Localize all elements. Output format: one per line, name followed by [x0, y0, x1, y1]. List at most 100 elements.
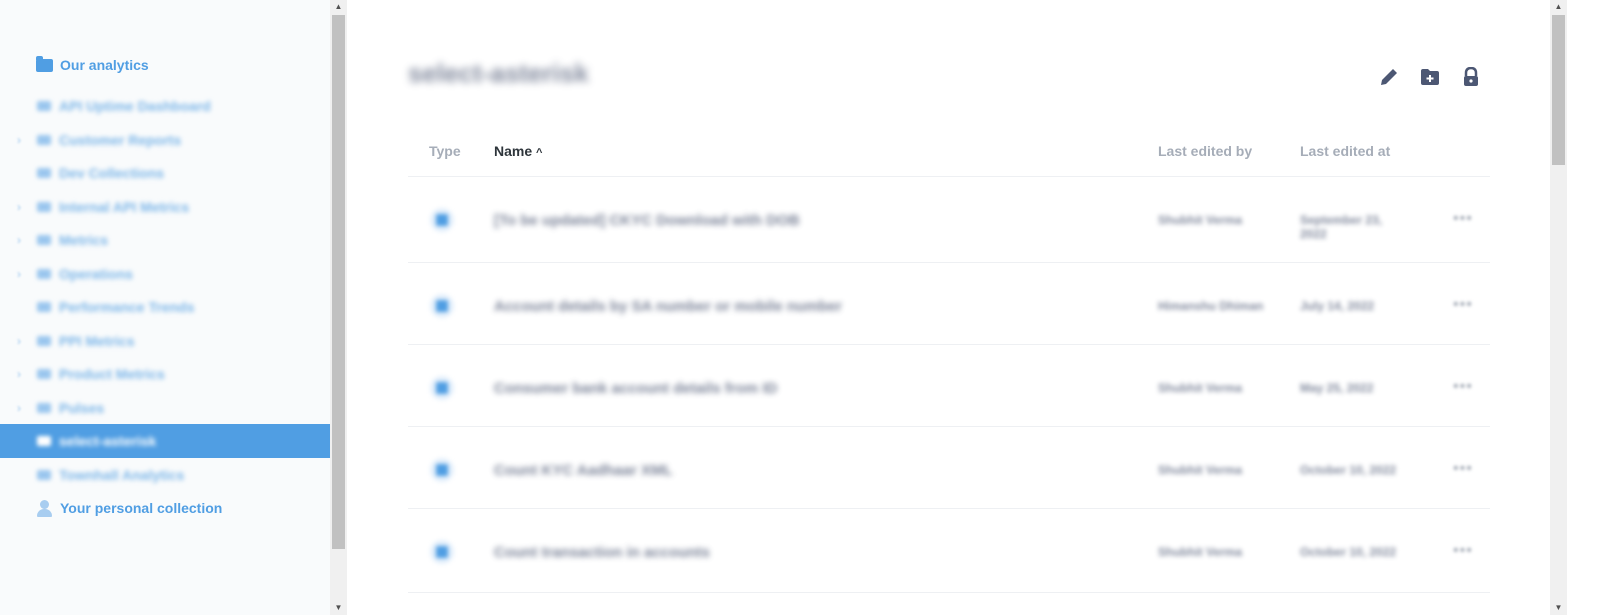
last-edited-by: Shubhit Verma [1158, 545, 1243, 559]
scroll-down-icon[interactable]: ▼ [1550, 601, 1567, 615]
collection-icon [37, 268, 51, 279]
sidebar: Our analytics API Uptime Dashboard › Custo… [0, 0, 330, 615]
more-options-icon[interactable]: ••• [1453, 460, 1473, 478]
sidebar-item-label: Dev Collections [59, 165, 165, 181]
chevron-right-icon[interactable]: › [17, 133, 25, 147]
item-name[interactable]: Account details by SA number or mobile n… [494, 298, 842, 315]
sidebar-item[interactable]: select-asterisk [0, 424, 330, 458]
item-name[interactable]: [To be updated] CKYC Download with DOB [494, 212, 800, 229]
collection-icon [37, 302, 51, 312]
sidebar-item[interactable]: Townhall Analytics [0, 458, 330, 492]
last-edited-at: July 14, 2022 [1300, 299, 1375, 313]
last-edited-at: October 10, 2022 [1300, 463, 1397, 477]
table-row[interactable]: Account details by SA number or mobile n… [408, 266, 1490, 347]
question-icon [430, 294, 454, 318]
sidebar-item-label: Pulses [59, 399, 105, 416]
collection-icon [37, 168, 51, 178]
column-name-label: Name [494, 143, 533, 159]
sidebar-item-label: Metrics [59, 232, 109, 248]
last-edited-by: Shubhit Verma [1158, 463, 1243, 477]
edit-button[interactable] [1378, 66, 1399, 87]
sidebar-item[interactable]: API Uptime Dashboard [0, 89, 330, 123]
main-scrollbar[interactable]: ▲ ▼ [1550, 0, 1567, 615]
chevron-right-icon[interactable]: › [17, 267, 25, 281]
column-name[interactable]: Name ^ [494, 143, 542, 159]
question-icon [430, 458, 454, 482]
sort-ascending-icon: ^ [536, 147, 543, 159]
page-title: select-asterisk [408, 58, 589, 88]
sidebar-item-label: Internal API Metrics [59, 198, 190, 215]
collection-icon [37, 235, 51, 245]
sidebar-item-label: Performance Trends [59, 299, 195, 315]
more-options-icon[interactable]: ••• [1453, 542, 1473, 560]
lock-icon [1463, 66, 1478, 86]
collection-icon [37, 134, 51, 145]
sidebar-item[interactable]: › Operations [0, 257, 330, 291]
sidebar-item-label: select-asterisk [59, 433, 157, 449]
folder-plus-icon [1420, 68, 1439, 85]
last-edited-at: October 10, 2022 [1300, 545, 1397, 559]
sidebar-root-our-analytics[interactable]: Our analytics [36, 55, 149, 75]
scroll-up-icon[interactable]: ▲ [330, 0, 347, 14]
collection-actions [1378, 66, 1481, 87]
folder-icon [36, 55, 53, 72]
question-icon [430, 208, 454, 232]
chevron-right-icon[interactable]: › [17, 233, 25, 247]
column-type[interactable]: Type [429, 143, 461, 159]
last-edited-by: Shubhit Verma [1158, 381, 1243, 395]
sidebar-item[interactable]: › Internal API Metrics [0, 190, 330, 224]
main-scrollbar-thumb[interactable] [1552, 15, 1565, 165]
sidebar-item-label: Operations [59, 265, 133, 282]
sidebar-item-label: Customer Reports [59, 131, 182, 148]
chevron-right-icon[interactable]: › [17, 200, 25, 214]
sidebar-item[interactable]: › Metrics [0, 223, 330, 257]
collection-icon [37, 335, 51, 346]
sidebar-item-personal-collection[interactable]: Your personal collection [36, 498, 222, 518]
sidebar-item[interactable]: › Product Metrics [0, 357, 330, 391]
table-row[interactable]: Count KYC Aadhaar XML Shubhit Verma Octobe… [408, 430, 1490, 511]
sidebar-item-label: API Uptime Dashboard [59, 98, 211, 114]
sidebar-item[interactable]: Performance Trends [0, 290, 330, 324]
more-options-icon[interactable]: ••• [1453, 378, 1473, 396]
table-row[interactable]: Count transaction in accounts Shubhit Ver… [408, 512, 1490, 593]
question-icon [430, 540, 454, 564]
permissions-button[interactable] [1460, 66, 1481, 87]
sidebar-item-label: PPI Metrics [59, 332, 135, 349]
sidebar-item[interactable]: Dev Collections [0, 156, 330, 190]
chevron-right-icon[interactable]: › [17, 334, 25, 348]
question-icon [430, 376, 454, 400]
sidebar-item[interactable]: › Customer Reports [0, 123, 330, 157]
item-name[interactable]: Consumer bank account details from ID [494, 380, 777, 397]
last-edited-at: September 23, 2022 [1300, 213, 1383, 241]
chevron-right-icon[interactable]: › [17, 401, 25, 415]
row-divider [408, 262, 1490, 263]
last-edited-by: Shubhit Verma [1158, 213, 1243, 227]
sidebar-root-label: Our analytics [60, 57, 149, 73]
item-name[interactable]: Count transaction in accounts [494, 544, 710, 561]
sidebar-item[interactable]: › PPI Metrics [0, 324, 330, 358]
last-edited-by: Himanshu Dhiman [1158, 299, 1264, 313]
last-edited-at: May 25, 2022 [1300, 381, 1374, 395]
table-row[interactable]: [To be updated] CKYC Download with DOB Sh… [408, 180, 1490, 261]
collection-icon [37, 369, 51, 379]
scroll-down-icon[interactable]: ▼ [330, 601, 347, 615]
item-name[interactable]: Count KYC Aadhaar XML [494, 462, 673, 479]
more-options-icon[interactable]: ••• [1453, 210, 1473, 228]
table-header: Type Name ^ Last edited by Last edited a… [408, 143, 1490, 163]
person-icon [36, 499, 53, 517]
collection-icon [37, 101, 51, 111]
chevron-right-icon[interactable]: › [17, 367, 25, 381]
new-collection-button[interactable] [1419, 66, 1440, 87]
table-row[interactable]: Consumer bank account details from ID Shu… [408, 348, 1490, 429]
sidebar-scrollbar[interactable]: ▲ ▼ [330, 0, 347, 615]
sidebar-item-label: Product Metrics [59, 366, 165, 382]
column-last-edited-at[interactable]: Last edited at [1300, 143, 1390, 159]
more-options-icon[interactable]: ••• [1453, 296, 1473, 314]
sidebar-scrollbar-thumb[interactable] [332, 15, 345, 549]
pencil-icon [1380, 68, 1397, 85]
sidebar-item[interactable]: › Pulses [0, 391, 330, 425]
sidebar-item-label: Townhall Analytics [59, 466, 185, 483]
column-last-edited-by[interactable]: Last edited by [1158, 143, 1252, 159]
scroll-up-icon[interactable]: ▲ [1550, 0, 1567, 14]
collection-icon [37, 469, 51, 480]
